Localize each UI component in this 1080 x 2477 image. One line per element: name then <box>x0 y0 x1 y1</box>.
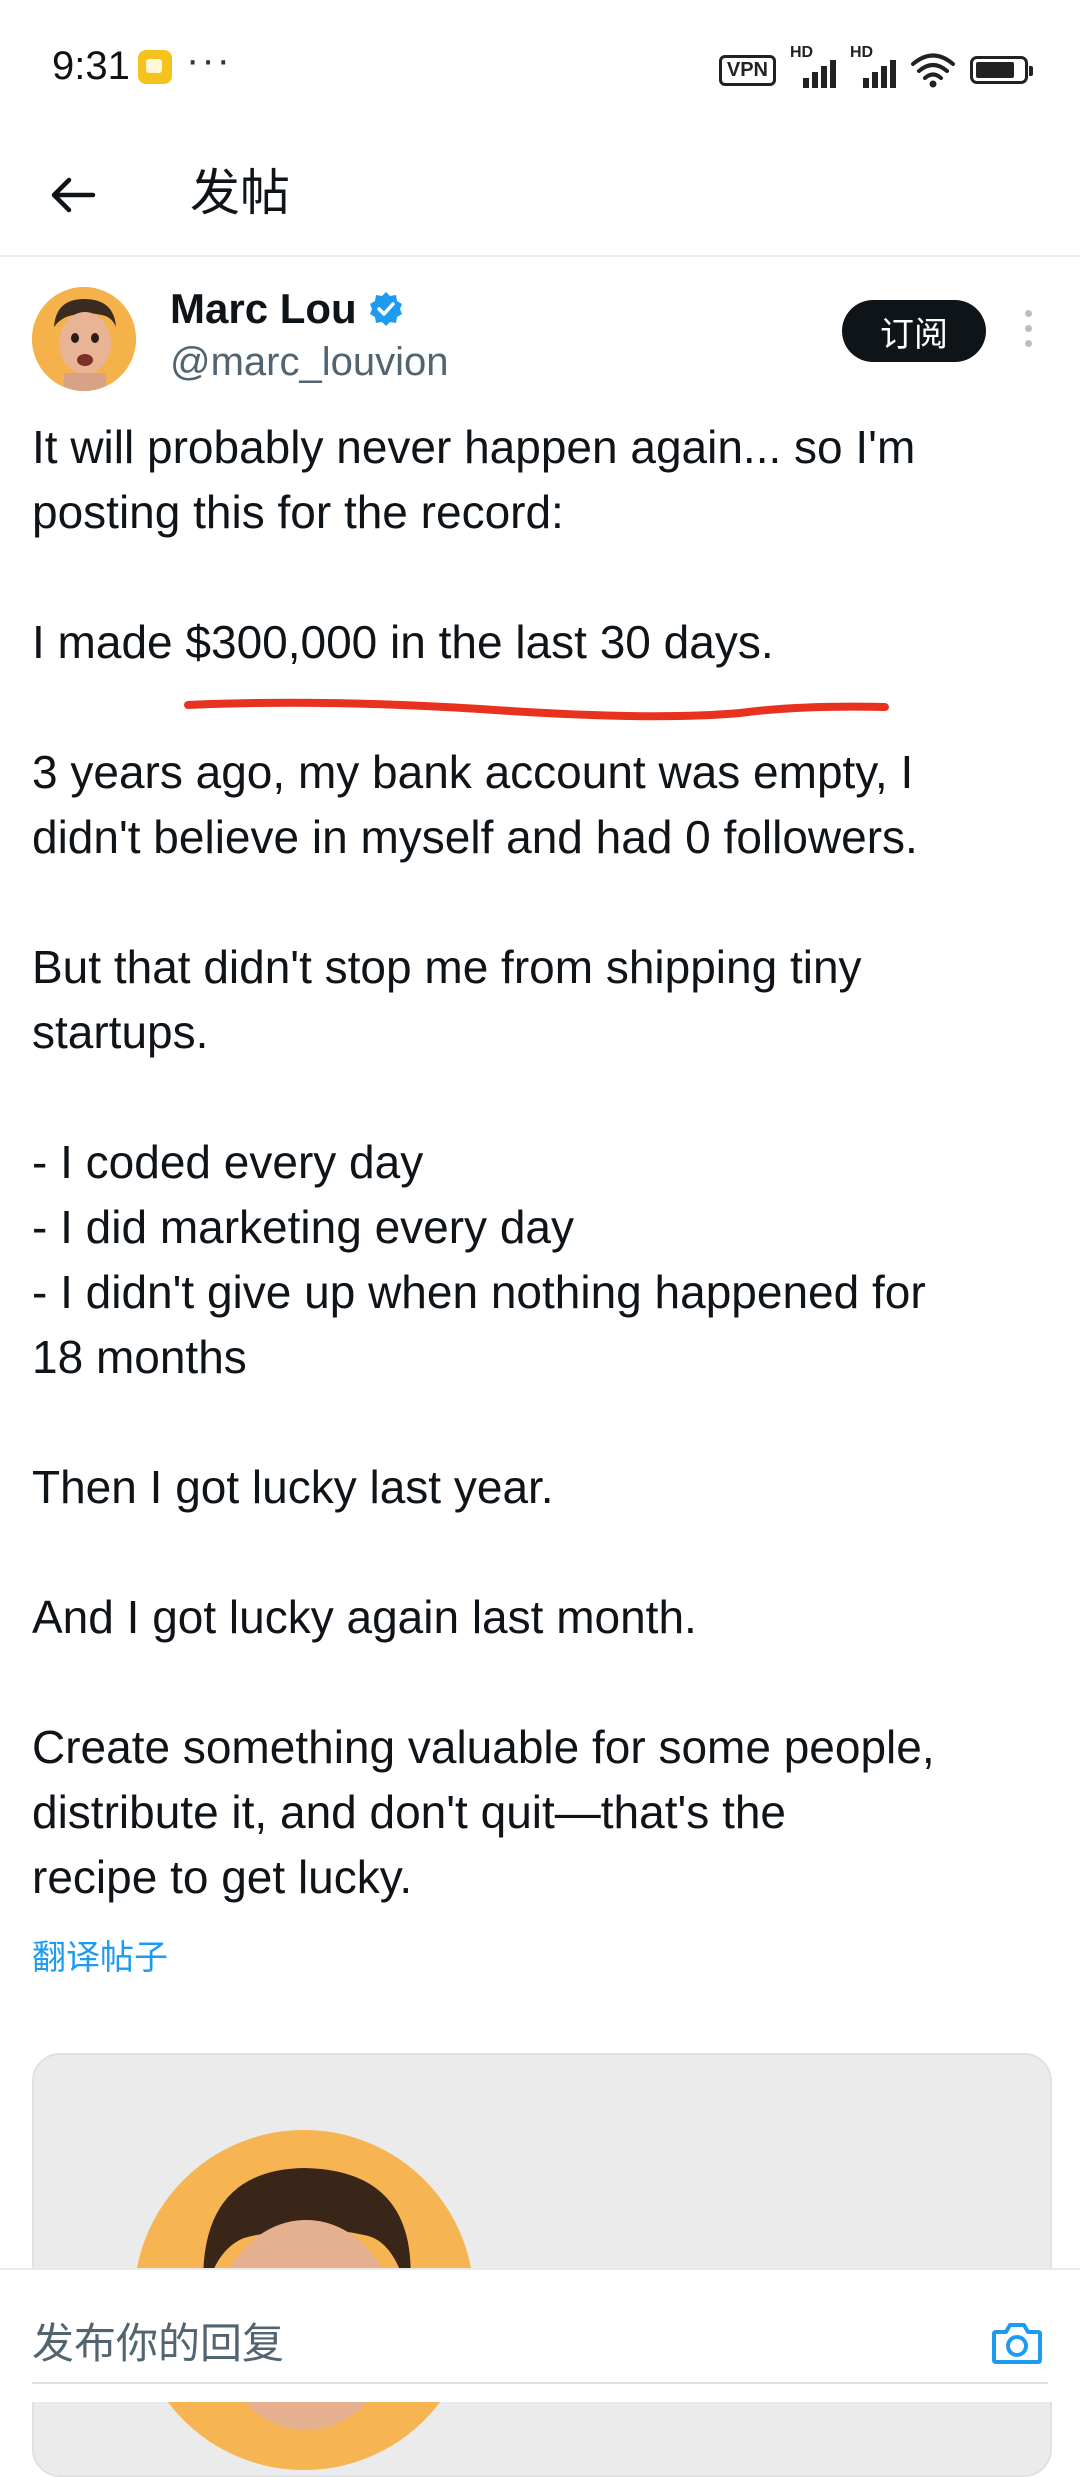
input-underline <box>32 2382 1048 2384</box>
tweet-paragraph: It will probably never happen again... s… <box>32 421 916 538</box>
status-icons: VPN HD HD <box>718 44 1033 92</box>
tweet-paragraph: - I coded every day - I did marketing ev… <box>32 1136 926 1383</box>
signal-icon: HD <box>790 44 836 90</box>
tweet-paragraph: And I got lucky again last month. <box>32 1591 697 1643</box>
tweet-paragraph: Create something valuable for some peopl… <box>32 1721 935 1903</box>
app-header: 发帖 <box>0 140 1080 257</box>
notification-icon <box>138 50 172 84</box>
wifi-icon <box>911 53 955 88</box>
arrow-left-icon <box>51 177 96 213</box>
subscribe-button[interactable]: 订阅 <box>842 300 986 362</box>
translate-post-link[interactable]: 翻译帖子 <box>32 1930 168 1979</box>
avatar[interactable] <box>32 287 136 391</box>
tweet-paragraph: 3 years ago, my bank account was empty, … <box>32 746 918 863</box>
red-underline-annotation <box>184 698 889 721</box>
battery-icon <box>970 56 1033 84</box>
status-bar: 9:31 ··· VPN HD HD <box>0 0 1080 140</box>
media-card[interactable] <box>32 2053 1052 2477</box>
profile-photo-icon <box>32 287 136 391</box>
camera-icon[interactable] <box>990 2318 1044 2366</box>
more-notifications-icon: ··· <box>186 38 232 82</box>
status-time: 9:31 <box>52 44 130 88</box>
verified-badge-icon <box>369 292 402 326</box>
reply-input[interactable]: 发布你的回复 <box>32 2310 284 2371</box>
page-title: 发帖 <box>190 165 290 221</box>
tweet-paragraph: Then I got lucky last year. <box>32 1461 554 1513</box>
vpn-icon: VPN <box>718 54 776 86</box>
back-button[interactable] <box>40 162 106 228</box>
signal-icon-2: HD <box>850 44 896 90</box>
reply-bar: 发布你的回复 <box>0 2268 1080 2402</box>
more-options-icon[interactable] <box>1018 305 1038 357</box>
author-handle[interactable]: @marc_louvion <box>170 340 449 385</box>
tweet-paragraph: But that didn't stop me from shipping ti… <box>32 941 862 1058</box>
author-name-row: Marc Lou <box>170 285 405 333</box>
tweet-text: It will probably never happen again... s… <box>32 415 1052 1910</box>
author-name[interactable]: Marc Lou <box>170 285 357 333</box>
tweet-paragraph: I made $300,000 in the last 30 days. <box>32 616 774 668</box>
